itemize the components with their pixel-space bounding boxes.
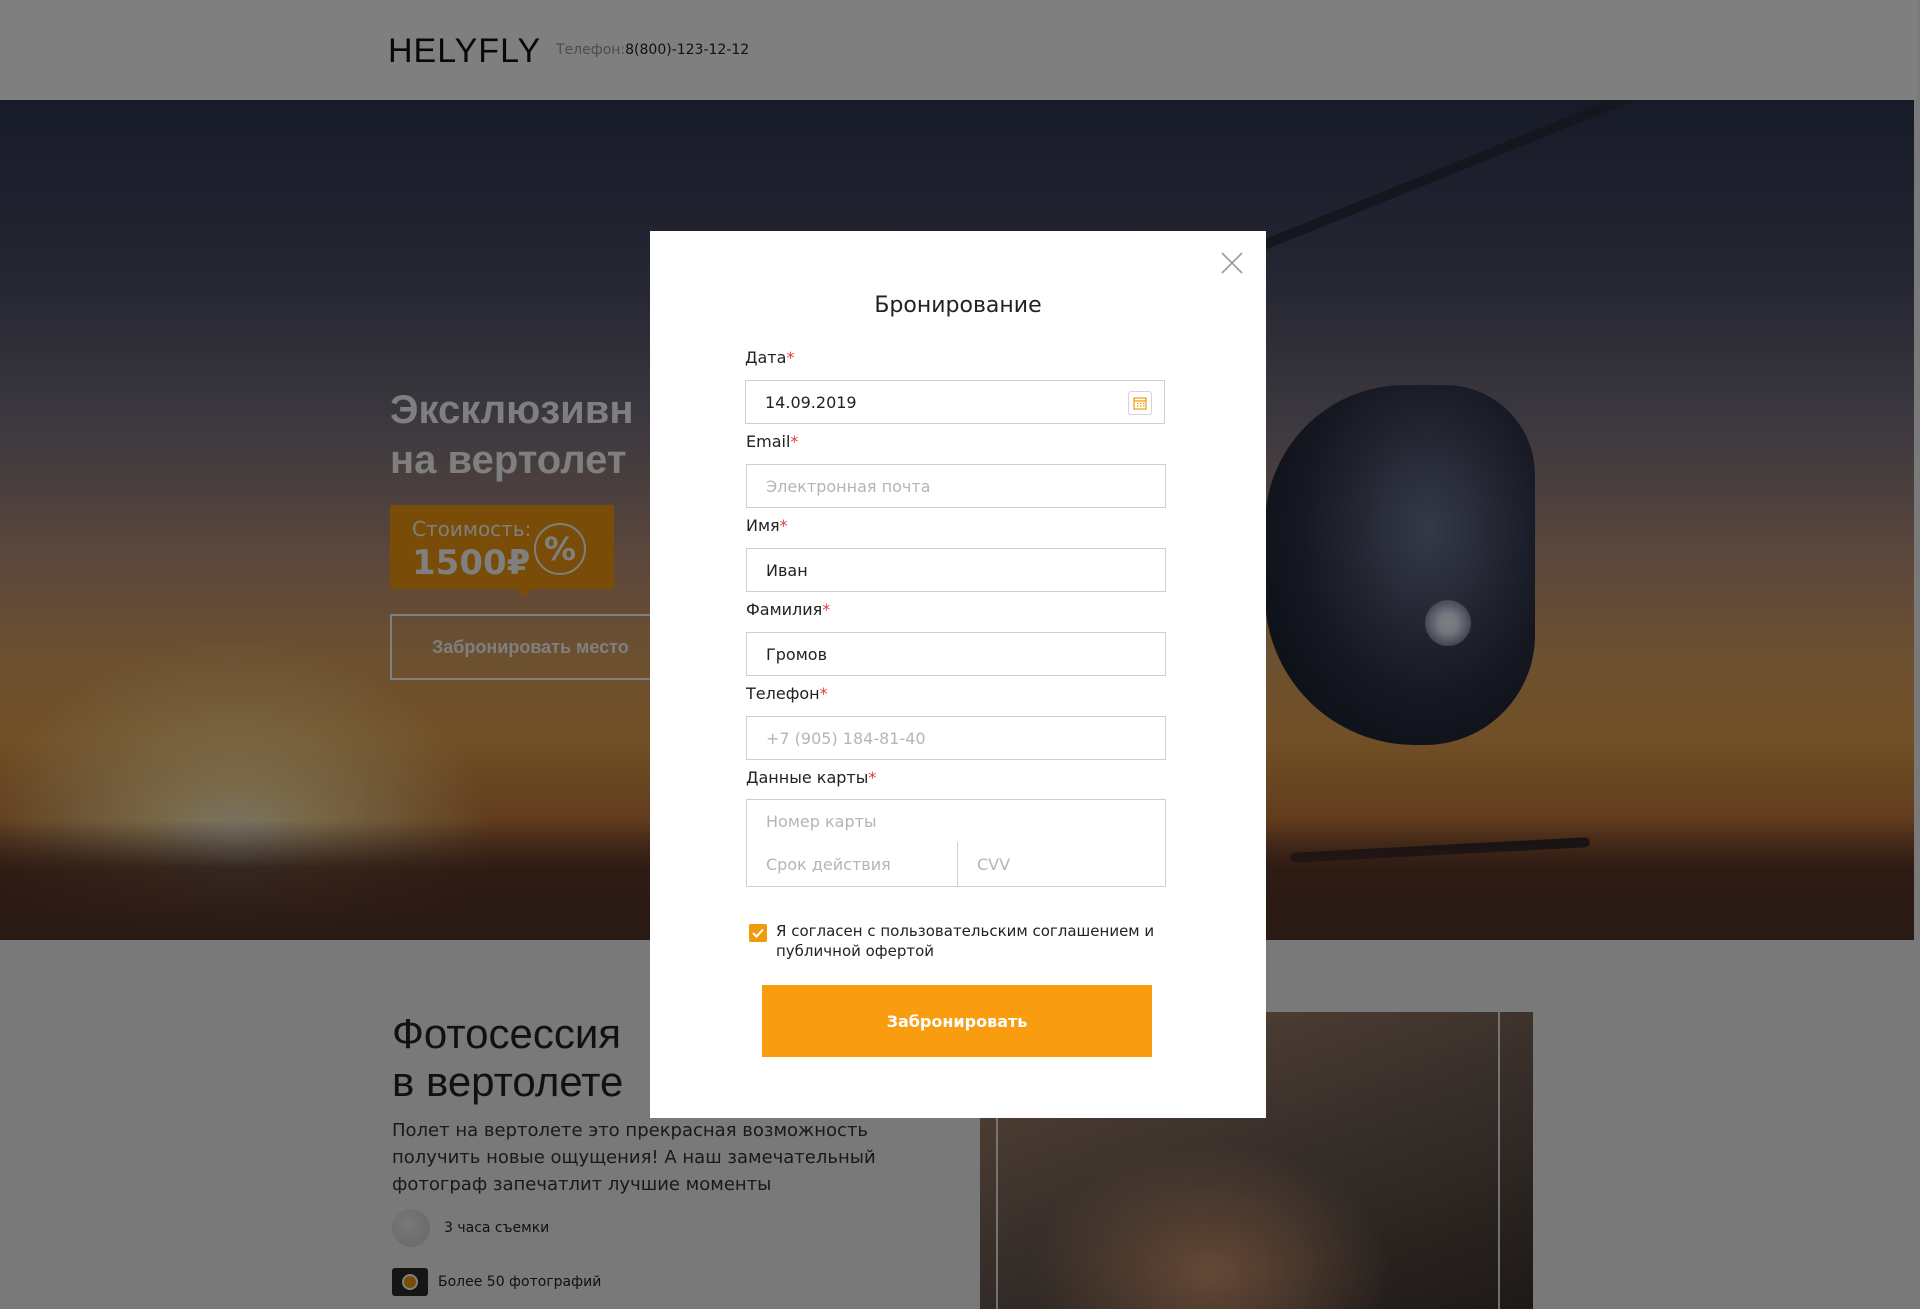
date-field[interactable] — [745, 380, 1165, 424]
required-mark: * — [868, 768, 877, 787]
name-field[interactable] — [746, 548, 1166, 592]
agreement-checkbox[interactable] — [749, 924, 767, 942]
name-label: Имя* — [746, 516, 788, 535]
phone-field[interactable] — [746, 716, 1166, 760]
phone-label: Телефон* — [746, 684, 828, 703]
check-icon — [752, 928, 764, 938]
booking-modal: Бронирование Дата* Email* Имя* Фамилия* … — [650, 231, 1266, 1118]
card-label: Данные карты* — [746, 768, 876, 787]
date-label: Дата* — [745, 348, 794, 367]
required-mark: * — [822, 600, 831, 619]
required-mark: * — [819, 684, 828, 703]
required-mark: * — [786, 348, 795, 367]
surname-label-text: Фамилия — [746, 600, 823, 619]
date-label-text: Дата — [745, 348, 787, 367]
surname-label: Фамилия* — [746, 600, 830, 619]
phone-label-text: Телефон — [746, 684, 820, 703]
email-label-text: Email — [746, 432, 791, 451]
required-mark: * — [779, 516, 788, 535]
modal-title: Бронирование — [874, 293, 1042, 318]
email-field[interactable] — [746, 464, 1166, 508]
name-label-text: Имя — [746, 516, 780, 535]
card-label-text: Данные карты — [746, 768, 869, 787]
surname-field[interactable] — [746, 632, 1166, 676]
card-cvv-field[interactable] — [957, 842, 1166, 887]
calendar-icon[interactable] — [1128, 391, 1152, 415]
agreement-text[interactable]: Я согласен с пользовательским соглашение… — [776, 921, 1156, 961]
card-number-field[interactable] — [746, 799, 1166, 843]
close-icon[interactable] — [1220, 251, 1244, 275]
email-label: Email* — [746, 432, 798, 451]
card-expiry-field[interactable] — [746, 842, 958, 887]
submit-booking-button[interactable]: Забронировать — [762, 985, 1152, 1057]
required-mark: * — [790, 432, 799, 451]
